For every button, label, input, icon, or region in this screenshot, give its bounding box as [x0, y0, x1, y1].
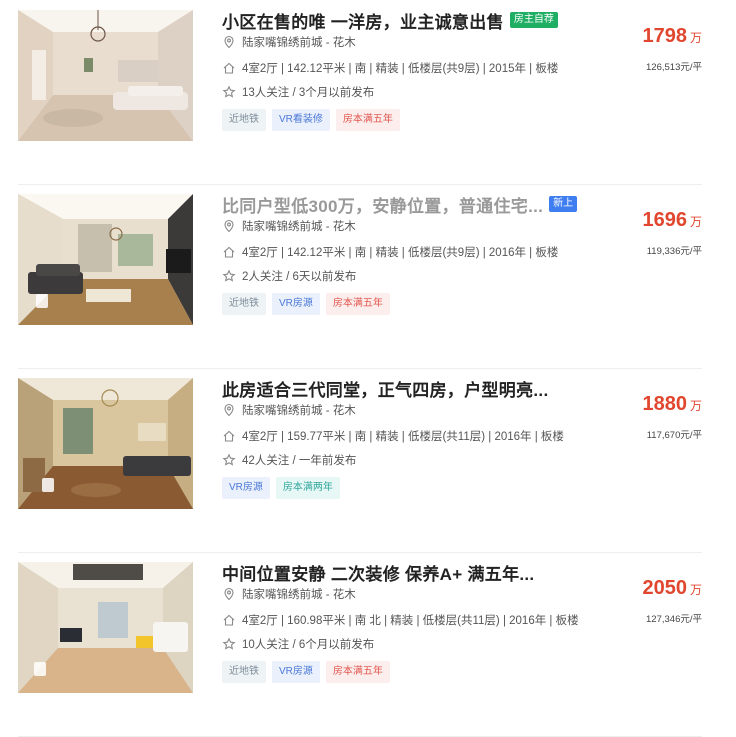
community-line: 陆家嘴锦绣前城 - 花木: [222, 34, 356, 50]
listing-title[interactable]: 中间位置安静 二次装修 保养A+ 满五年...: [222, 560, 534, 585]
house-info-line: 4室2厅 | 142.12平米 | 南 | 精装 | 低楼层(共9层) | 20…: [222, 60, 558, 76]
unit-price: 119,336元/平: [646, 246, 702, 257]
listing-card[interactable]: 比同户型低300万，安静位置，普通住宅... 新上 陆家嘴锦绣前城 - 花木 4…: [18, 184, 702, 369]
listing-title-row: 中间位置安静 二次装修 保养A+ 满五年...: [222, 560, 534, 584]
star-icon: [222, 269, 236, 282]
listing-photo[interactable]: [18, 194, 193, 325]
follow-info-line: 10人关注 / 6个月以前发布: [222, 636, 374, 652]
tag-list: VR房源 房本满两年: [222, 477, 346, 499]
location-pin-icon: [224, 219, 234, 233]
listing-title[interactable]: 此房适合三代同堂，正气四房，户型明亮...: [222, 376, 548, 401]
community-link[interactable]: 陆家嘴锦绣前城 - 花木: [242, 34, 356, 50]
tag-near-subway: 近地铁: [222, 109, 266, 131]
house-icon: [223, 430, 235, 442]
follow-info-line: 13人关注 / 3个月以前发布: [222, 84, 374, 100]
tag-vr: VR房源: [222, 477, 270, 499]
listing-card[interactable]: 此房适合三代同堂，正气四房，户型明亮... 陆家嘴锦绣前城 - 花木 4室2厅 …: [18, 368, 702, 553]
star-icon: [222, 637, 236, 650]
total-price-unit: 万: [689, 31, 702, 45]
follow-info-line: 2人关注 / 6天以前发布: [222, 268, 356, 284]
total-price-value: 2050: [642, 577, 687, 599]
listing-card[interactable]: 中间位置安静 二次装修 保养A+ 满五年... 陆家嘴锦绣前城 - 花木 4室2…: [18, 552, 702, 737]
house-info: 4室2厅 | 142.12平米 | 南 | 精装 | 低楼层(共9层) | 20…: [242, 63, 559, 75]
star-icon: [222, 85, 236, 98]
community-line: 陆家嘴锦绣前城 - 花木: [222, 218, 356, 234]
total-price: 2050 万: [642, 577, 702, 600]
house-info-line: 4室2厅 | 160.98平米 | 南 北 | 精装 | 低楼层(共11层) |…: [222, 612, 579, 628]
tag-two-years: 房本满两年: [275, 477, 340, 499]
total-price-value: 1696: [642, 209, 687, 231]
listing-title[interactable]: 比同户型低300万，安静位置，普通住宅...: [222, 192, 543, 217]
tag-list: 近地铁 VR看装修 房本满五年: [222, 109, 406, 131]
house-info: 4室2厅 | 159.77平米 | 南 | 精装 | 低楼层(共11层) | 2…: [242, 431, 564, 443]
total-price-unit: 万: [689, 215, 702, 229]
tag-vr: VR房源: [272, 661, 320, 683]
unit-price: 117,670元/平: [646, 430, 702, 441]
listing-title-row: 比同户型低300万，安静位置，普通住宅... 新上: [222, 192, 578, 217]
follow-info-line: 42人关注 / 一年前发布: [222, 452, 356, 468]
tag-five-years: 房本满五年: [325, 293, 390, 315]
house-info-line: 4室2厅 | 159.77平米 | 南 | 精装 | 低楼层(共11层) | 2…: [222, 428, 564, 444]
follow-info: 10人关注 / 6个月以前发布: [242, 639, 375, 651]
community-line: 陆家嘴锦绣前城 - 花木: [222, 586, 356, 602]
location-pin-icon: [224, 587, 234, 601]
listing-card[interactable]: 小区在售的唯 一洋房，业主诚意出售 房主自荐 陆家嘴锦绣前城 - 花木 4室2厅…: [18, 0, 702, 185]
total-price-unit: 万: [689, 583, 702, 597]
total-price: 1798 万: [642, 25, 702, 48]
listing-photo[interactable]: [18, 10, 193, 141]
unit-price: 127,346元/平: [646, 614, 702, 625]
listing-photo[interactable]: [18, 562, 193, 693]
listing-title-row: 此房适合三代同堂，正气四房，户型明亮...: [222, 376, 548, 400]
community-link[interactable]: 陆家嘴锦绣前城 - 花木: [242, 218, 356, 234]
total-price-value: 1798: [642, 25, 687, 47]
location-pin-icon: [224, 403, 234, 417]
house-info: 4室2厅 | 142.12平米 | 南 | 精装 | 低楼层(共9层) | 20…: [242, 247, 559, 259]
follow-info: 42人关注 / 一年前发布: [242, 455, 357, 467]
tag-five-years: 房本满五年: [325, 661, 390, 683]
owner-recommend-badge: 房主自荐: [509, 12, 558, 28]
unit-price: 126,513元/平: [646, 62, 702, 73]
follow-info: 13人关注 / 3个月以前发布: [242, 87, 375, 99]
location-pin-icon: [224, 35, 234, 49]
tag-five-years: 房本满五年: [335, 109, 400, 131]
total-price-unit: 万: [689, 399, 702, 413]
listing-title[interactable]: 小区在售的唯 一洋房，业主诚意出售: [222, 8, 504, 33]
tag-vr: VR房源: [272, 293, 320, 315]
tag-vr: VR看装修: [272, 109, 330, 131]
tag-near-subway: 近地铁: [222, 293, 266, 315]
total-price: 1880 万: [642, 393, 702, 416]
listing-photo[interactable]: [18, 378, 193, 509]
star-icon: [222, 453, 236, 466]
community-link[interactable]: 陆家嘴锦绣前城 - 花木: [242, 586, 356, 602]
house-icon: [223, 246, 235, 258]
community-line: 陆家嘴锦绣前城 - 花木: [222, 402, 356, 418]
house-icon: [223, 614, 235, 626]
follow-info: 2人关注 / 6天以前发布: [242, 271, 357, 283]
total-price: 1696 万: [642, 209, 702, 232]
tag-list: 近地铁 VR房源 房本满五年: [222, 293, 396, 315]
house-icon: [223, 62, 235, 74]
house-info-line: 4室2厅 | 142.12平米 | 南 | 精装 | 低楼层(共9层) | 20…: [222, 244, 558, 260]
new-listing-badge: 新上: [549, 196, 578, 212]
tag-list: 近地铁 VR房源 房本满五年: [222, 661, 396, 683]
listing-title-row: 小区在售的唯 一洋房，业主诚意出售 房主自荐: [222, 8, 558, 32]
house-info: 4室2厅 | 160.98平米 | 南 北 | 精装 | 低楼层(共11层) |…: [242, 615, 579, 627]
tag-near-subway: 近地铁: [222, 661, 266, 683]
total-price-value: 1880: [642, 393, 687, 415]
community-link[interactable]: 陆家嘴锦绣前城 - 花木: [242, 402, 356, 418]
